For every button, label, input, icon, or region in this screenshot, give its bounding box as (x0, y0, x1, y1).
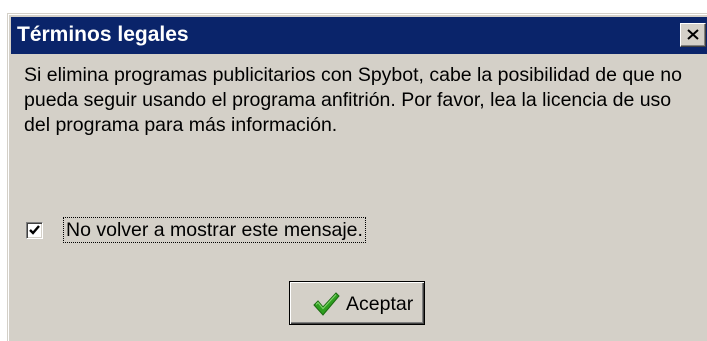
green-checkmark-icon (313, 292, 340, 316)
dont-show-again-checkbox[interactable] (26, 222, 43, 239)
close-icon (687, 29, 699, 40)
close-button[interactable] (680, 23, 706, 47)
dont-show-again-label[interactable]: No volver a mostrar este mensaje. (63, 217, 366, 243)
legal-terms-dialog: Términos legales Si elimina programas pu… (7, 13, 707, 341)
title-bar[interactable]: Términos legales (11, 17, 707, 54)
message-text: Si elimina programas publicitarios con S… (24, 64, 682, 136)
accept-button-label: Aceptar (346, 293, 414, 315)
accept-button[interactable]: Aceptar (289, 281, 425, 325)
window-title: Términos legales (17, 23, 189, 46)
checkmark-icon (29, 225, 40, 235)
